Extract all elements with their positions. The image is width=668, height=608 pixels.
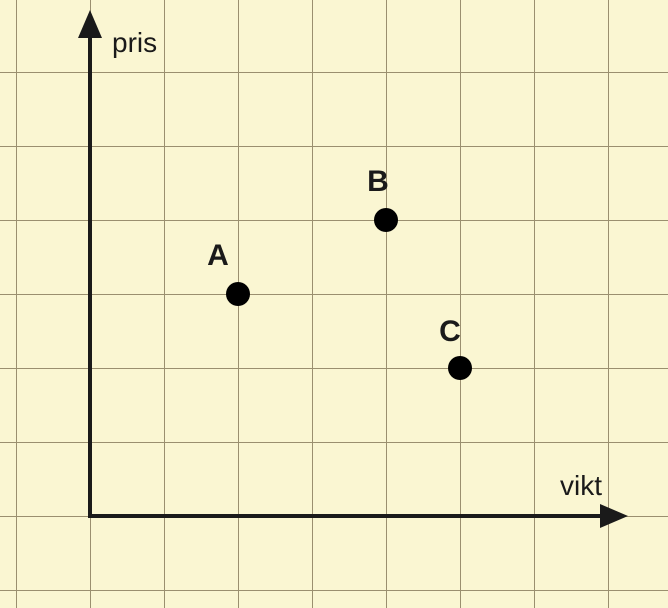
data-point-label-a: A	[207, 239, 229, 273]
grid-line-horizontal	[0, 368, 668, 369]
data-point-a	[226, 282, 250, 306]
data-point-c	[448, 356, 472, 380]
grid-line-horizontal	[0, 146, 668, 147]
data-point-b	[374, 208, 398, 232]
x-axis-arrow-icon	[600, 504, 628, 528]
y-axis	[88, 28, 92, 516]
grid-line-horizontal	[0, 220, 668, 221]
grid-line-horizontal	[0, 294, 668, 295]
x-axis	[88, 514, 608, 518]
y-axis-arrow-icon	[78, 10, 102, 38]
grid-line-horizontal	[0, 442, 668, 443]
data-point-label-b: B	[367, 165, 389, 199]
y-axis-label: pris	[112, 27, 157, 59]
grid-line-horizontal	[0, 590, 668, 591]
scatter-chart: pris vikt A B C	[0, 0, 668, 608]
x-axis-label: vikt	[560, 470, 602, 502]
grid-line-horizontal	[0, 72, 668, 73]
data-point-label-c: C	[439, 315, 461, 349]
